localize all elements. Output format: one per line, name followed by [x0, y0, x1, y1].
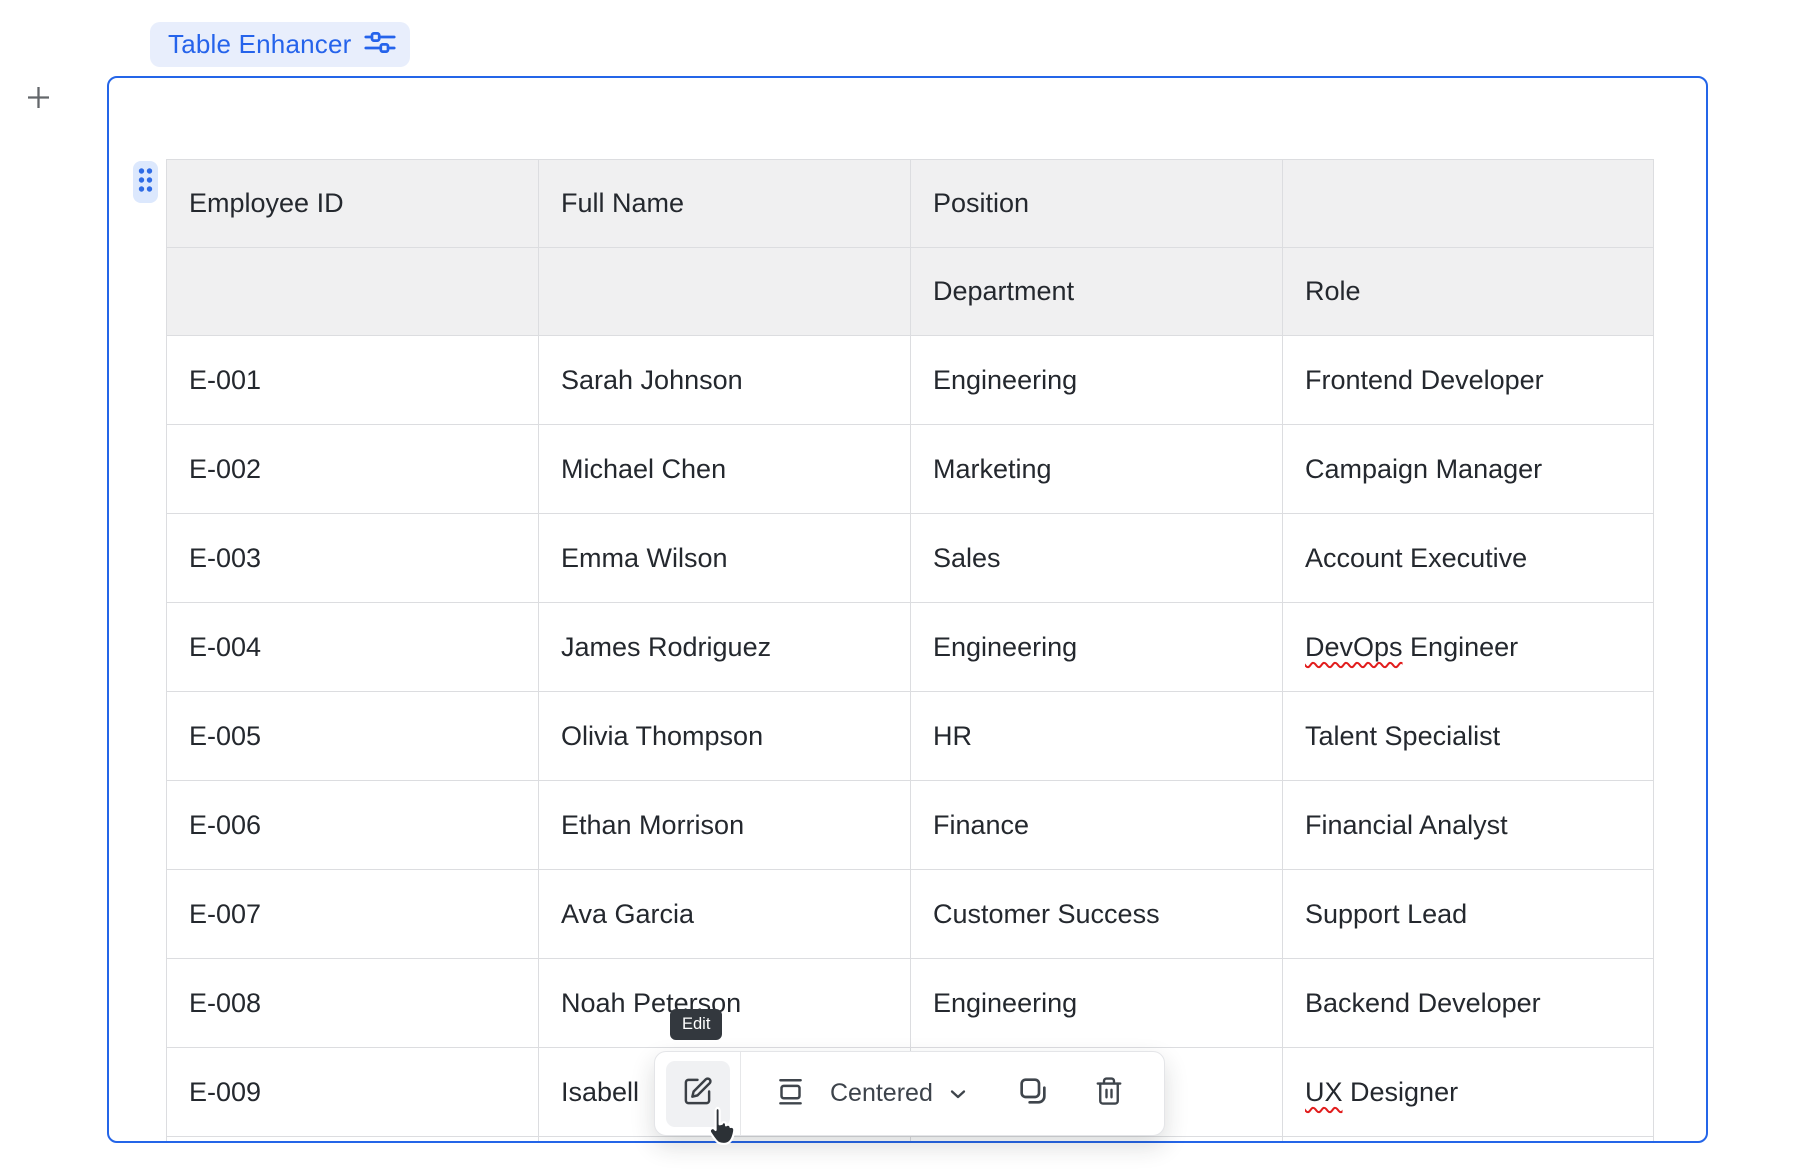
- cell-role[interactable]: UX Designer: [1283, 1048, 1654, 1137]
- cell-role[interactable]: Account Executive: [1283, 514, 1654, 603]
- table-drag-handle[interactable]: [133, 161, 158, 203]
- table-body: E-001 Sarah Johnson Engineering Frontend…: [167, 336, 1654, 1137]
- table-row: E-004 James Rodriguez Engineering DevOps…: [167, 603, 1654, 692]
- cell-full-name[interactable]: Emma Wilson: [539, 514, 911, 603]
- header-cell-role[interactable]: Role: [1283, 248, 1654, 336]
- table-header: Employee ID Full Name Position Departmen…: [167, 160, 1654, 336]
- trash-icon: [1094, 1075, 1124, 1112]
- header-cell-department[interactable]: Department: [911, 248, 1283, 336]
- role-text: Backend Developer: [1305, 988, 1541, 1018]
- role-text: Engineer: [1403, 632, 1519, 662]
- cell-employee-id[interactable]: E-002: [167, 425, 539, 514]
- edit-tooltip-label: Edit: [682, 1015, 710, 1034]
- cell-role[interactable]: Backend Developer: [1283, 959, 1654, 1048]
- table-row: E-006 Ethan Morrison Finance Financial A…: [167, 781, 1654, 870]
- cell-employee-id[interactable]: E-008: [167, 959, 539, 1048]
- hand-pointer-cursor: [702, 1104, 740, 1159]
- cell-department[interactable]: Finance: [911, 781, 1283, 870]
- cell-empty[interactable]: [911, 1137, 1283, 1144]
- grip-dots-icon: [137, 167, 154, 198]
- misspelled-word: DevOps: [1305, 632, 1403, 662]
- table-row: E-001 Sarah Johnson Engineering Frontend…: [167, 336, 1654, 425]
- table-row: E-002 Michael Chen Marketing Campaign Ma…: [167, 425, 1654, 514]
- centered-layout-icon: [777, 1075, 804, 1113]
- cell-role[interactable]: Talent Specialist: [1283, 692, 1654, 781]
- table-row: E-007 Ava Garcia Customer Success Suppor…: [167, 870, 1654, 959]
- cell-department[interactable]: Engineering: [911, 603, 1283, 692]
- header-cell-empty[interactable]: [539, 248, 911, 336]
- copy-icon: [1017, 1075, 1049, 1112]
- cell-department[interactable]: Engineering: [911, 336, 1283, 425]
- plus-icon: [25, 84, 52, 116]
- cell-employee-id[interactable]: E-005: [167, 692, 539, 781]
- cell-employee-id[interactable]: E-009: [167, 1048, 539, 1137]
- cell-full-name[interactable]: Sarah Johnson: [539, 336, 911, 425]
- cell-role[interactable]: Support Lead: [1283, 870, 1654, 959]
- cell-department[interactable]: HR: [911, 692, 1283, 781]
- table-row-partial: [167, 1137, 1654, 1144]
- cell-employee-id[interactable]: E-007: [167, 870, 539, 959]
- toolbar-actions-section: Centered: [741, 1052, 1164, 1135]
- header-cell-full-name[interactable]: Full Name: [539, 160, 911, 248]
- cell-department[interactable]: Engineering: [911, 959, 1283, 1048]
- role-text: Designer: [1343, 1077, 1459, 1107]
- table-row: E-003 Emma Wilson Sales Account Executiv…: [167, 514, 1654, 603]
- table-row: E-008 Noah Peterson Engineering Backend …: [167, 959, 1654, 1048]
- cell-role[interactable]: Frontend Developer: [1283, 336, 1654, 425]
- cell-full-name[interactable]: Olivia Thompson: [539, 692, 911, 781]
- role-text: Frontend Developer: [1305, 365, 1544, 395]
- header-cell-empty[interactable]: [1283, 160, 1654, 248]
- role-text: Support Lead: [1305, 899, 1467, 929]
- cell-full-name[interactable]: Ethan Morrison: [539, 781, 911, 870]
- duplicate-button[interactable]: [1017, 1075, 1049, 1112]
- cell-employee-id[interactable]: E-004: [167, 603, 539, 692]
- add-block-button[interactable]: [24, 86, 52, 114]
- cell-full-name[interactable]: Noah Peterson: [539, 959, 911, 1048]
- misspelled-word: UX: [1305, 1077, 1343, 1107]
- cell-empty[interactable]: [167, 1137, 539, 1144]
- cell-empty[interactable]: [1283, 1137, 1654, 1144]
- table-body-clipped: [167, 1137, 1654, 1144]
- role-text: Talent Specialist: [1305, 721, 1500, 751]
- cell-employee-id[interactable]: E-006: [167, 781, 539, 870]
- delete-button[interactable]: [1094, 1075, 1124, 1112]
- header-row-2: Department Role: [167, 248, 1654, 336]
- header-cell-employee-id[interactable]: Employee ID: [167, 160, 539, 248]
- cell-full-name[interactable]: James Rodriguez: [539, 603, 911, 692]
- cell-employee-id[interactable]: E-003: [167, 514, 539, 603]
- role-text: Financial Analyst: [1305, 810, 1508, 840]
- table-enhancer-badge[interactable]: Table Enhancer: [150, 22, 410, 67]
- header-cell-position[interactable]: Position: [911, 160, 1283, 248]
- role-text: Account Executive: [1305, 543, 1527, 573]
- sliders-icon: [364, 30, 396, 60]
- table-row: E-005 Olivia Thompson HR Talent Speciali…: [167, 692, 1654, 781]
- table-block-container: Employee ID Full Name Position Departmen…: [107, 76, 1708, 1143]
- cell-role[interactable]: Campaign Manager: [1283, 425, 1654, 514]
- header-cell-empty[interactable]: [167, 248, 539, 336]
- alignment-label: Centered: [830, 1079, 933, 1108]
- cell-department[interactable]: Marketing: [911, 425, 1283, 514]
- cell-role[interactable]: Financial Analyst: [1283, 781, 1654, 870]
- cell-department[interactable]: Sales: [911, 514, 1283, 603]
- cell-role[interactable]: DevOps Engineer: [1283, 603, 1654, 692]
- edit-tooltip: Edit: [670, 1009, 722, 1040]
- cell-full-name[interactable]: Ava Garcia: [539, 870, 911, 959]
- cell-full-name[interactable]: Michael Chen: [539, 425, 911, 514]
- table-enhancer-label: Table Enhancer: [168, 29, 351, 60]
- employee-table: Employee ID Full Name Position Departmen…: [166, 159, 1654, 1143]
- alignment-dropdown[interactable]: Centered: [777, 1075, 970, 1113]
- cell-employee-id[interactable]: E-001: [167, 336, 539, 425]
- cell-department[interactable]: Customer Success: [911, 870, 1283, 959]
- chevron-down-icon: [946, 1082, 970, 1106]
- header-row-1: Employee ID Full Name Position: [167, 160, 1654, 248]
- role-text: Campaign Manager: [1305, 454, 1542, 484]
